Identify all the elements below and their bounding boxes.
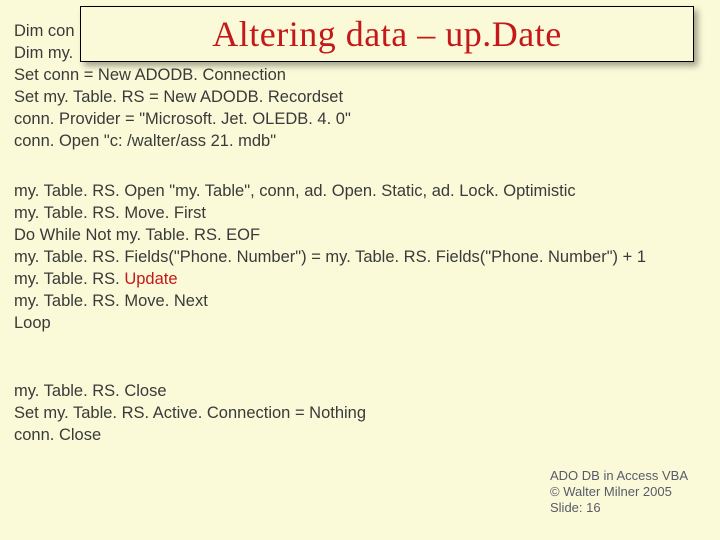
code-highlight-update: Update xyxy=(124,270,177,288)
code-line: my. Table. RS. Close xyxy=(14,382,167,400)
code-line: conn. Provider = "Microsoft. Jet. OLEDB.… xyxy=(14,110,351,128)
code-block-3: my. Table. RS. Close Set my. Table. RS. … xyxy=(14,380,366,446)
footer-line-1: ADO DB in Access VBA xyxy=(550,468,688,484)
code-text: my. Table. RS. Open "my. Table", conn, a… xyxy=(14,182,646,288)
footer-line-3: Slide: 16 xyxy=(550,500,688,516)
footer-line-2: © Walter Milner 2005 xyxy=(550,484,688,500)
code-line: conn. Open "c: /walter/ass 21. mdb" xyxy=(14,132,276,150)
title-box: Altering data – up.Date xyxy=(80,6,694,62)
code-line: Dim con xyxy=(14,22,75,40)
slide-title: Altering data – up.Date xyxy=(212,13,561,55)
code-line: Set conn = New ADODB. Connection xyxy=(14,66,286,84)
code-block-2: my. Table. RS. Open "my. Table", conn, a… xyxy=(14,180,646,334)
slide-footer: ADO DB in Access VBA © Walter Milner 200… xyxy=(550,468,688,516)
code-text: my. Table. RS. Move. Next Loop xyxy=(14,292,208,332)
code-line: Set my. Table. RS. Active. Connection = … xyxy=(14,404,366,422)
code-line: Set my. Table. RS = New ADODB. Recordset xyxy=(14,88,343,106)
code-line: Dim my. xyxy=(14,44,73,62)
code-line: conn. Close xyxy=(14,426,101,444)
